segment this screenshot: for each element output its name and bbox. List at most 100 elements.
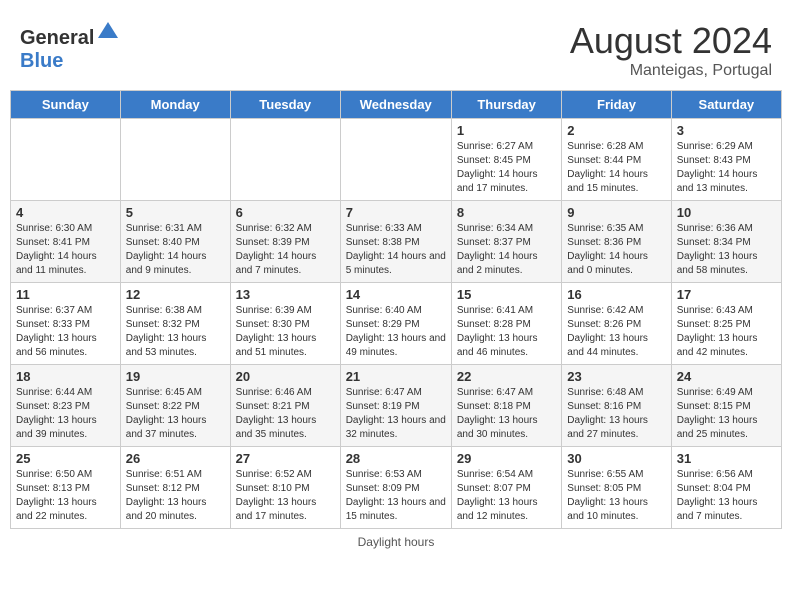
day-number: 8	[457, 205, 556, 220]
calendar-table: SundayMondayTuesdayWednesdayThursdayFrid…	[10, 90, 782, 529]
header: General Blue August 2024 Manteigas, Port…	[10, 10, 782, 85]
calendar-cell: 3Sunrise: 6:29 AMSunset: 8:43 PMDaylight…	[671, 119, 781, 201]
day-number: 3	[677, 123, 776, 138]
calendar-cell: 19Sunrise: 6:45 AMSunset: 8:22 PMDayligh…	[120, 365, 230, 447]
day-number: 21	[346, 369, 446, 384]
day-info: Sunrise: 6:47 AMSunset: 8:19 PMDaylight:…	[346, 386, 446, 442]
calendar-cell: 1Sunrise: 6:27 AMSunset: 8:45 PMDaylight…	[451, 119, 561, 201]
calendar-cell	[230, 119, 340, 201]
calendar-week-row: 25Sunrise: 6:50 AMSunset: 8:13 PMDayligh…	[11, 447, 782, 529]
day-info: Sunrise: 6:52 AMSunset: 8:10 PMDaylight:…	[236, 468, 335, 524]
calendar-cell: 26 Sunrise: 6:51 AMSunset: 8:12 PMDayligh…	[120, 447, 230, 529]
day-number: 4	[16, 205, 115, 220]
calendar-week-row: 4 Sunrise: 6:30 AMSunset: 8:41 PMDaylight…	[11, 201, 782, 283]
calendar-cell: 24 Sunrise: 6:49 AMSunset: 8:15 PMDayligh…	[671, 365, 781, 447]
day-number: 29	[457, 451, 556, 466]
calendar-cell: 15Sunrise: 6:41 AMSunset: 8:28 PMDayligh…	[451, 283, 561, 365]
month-year-title: August 2024	[570, 20, 772, 62]
day-info: Sunrise: 6:37 AMSunset: 8:33 PMDaylight:…	[16, 304, 115, 360]
logo: General Blue	[20, 20, 120, 73]
day-info: Sunrise: 6:33 AMSunset: 8:38 PMDaylight:…	[346, 222, 446, 278]
calendar-cell: 29 Sunrise: 6:54 AMSunset: 8:07 PMDayligh…	[451, 447, 561, 529]
day-number: 17	[677, 287, 776, 302]
day-number: 11	[16, 287, 115, 302]
calendar-cell: 18 Sunrise: 6:44 AMSunset: 8:23 PMDayligh…	[11, 365, 121, 447]
day-number: 7	[346, 205, 446, 220]
calendar-header-wednesday: Wednesday	[340, 91, 451, 119]
calendar-cell: 23Sunrise: 6:48 AMSunset: 8:16 PMDayligh…	[562, 365, 671, 447]
calendar-body: 1Sunrise: 6:27 AMSunset: 8:45 PMDaylight…	[11, 119, 782, 529]
calendar-header-sunday: Sunday	[11, 91, 121, 119]
day-number: 27	[236, 451, 335, 466]
calendar-cell: 14Sunrise: 6:40 AMSunset: 8:29 PMDayligh…	[340, 283, 451, 365]
calendar-cell: 16 Sunrise: 6:42 AMSunset: 8:26 PMDayligh…	[562, 283, 671, 365]
day-info: Sunrise: 6:44 AMSunset: 8:23 PMDaylight:…	[16, 386, 115, 442]
day-info: Sunrise: 6:35 AMSunset: 8:36 PMDaylight:…	[567, 222, 665, 278]
day-number: 31	[677, 451, 776, 466]
calendar-cell	[340, 119, 451, 201]
calendar-cell: 4 Sunrise: 6:30 AMSunset: 8:41 PMDaylight…	[11, 201, 121, 283]
day-number: 2	[567, 123, 665, 138]
day-number: 9	[567, 205, 665, 220]
calendar-cell: 8 Sunrise: 6:34 AMSunset: 8:37 PMDaylight…	[451, 201, 561, 283]
day-number: 24	[677, 369, 776, 384]
day-info: Sunrise: 6:51 AMSunset: 8:12 PMDaylight:…	[126, 468, 225, 524]
calendar-cell: 6 Sunrise: 6:32 AMSunset: 8:39 PMDaylight…	[230, 201, 340, 283]
day-info: Sunrise: 6:47 AMSunset: 8:18 PMDaylight:…	[457, 386, 556, 442]
day-number: 10	[677, 205, 776, 220]
day-number: 16	[567, 287, 665, 302]
calendar-cell: 11 Sunrise: 6:37 AMSunset: 8:33 PMDayligh…	[11, 283, 121, 365]
day-info: Sunrise: 6:41 AMSunset: 8:28 PMDaylight:…	[457, 304, 556, 360]
day-number: 22	[457, 369, 556, 384]
day-number: 5	[126, 205, 225, 220]
calendar-header-monday: Monday	[120, 91, 230, 119]
calendar-cell: 31Sunrise: 6:56 AMSunset: 8:04 PMDayligh…	[671, 447, 781, 529]
day-info: Sunrise: 6:43 AMSunset: 8:25 PMDaylight:…	[677, 304, 776, 360]
calendar-cell: 9 Sunrise: 6:35 AMSunset: 8:36 PMDaylight…	[562, 201, 671, 283]
calendar-cell: 25Sunrise: 6:50 AMSunset: 8:13 PMDayligh…	[11, 447, 121, 529]
calendar-cell: 27 Sunrise: 6:52 AMSunset: 8:10 PMDayligh…	[230, 447, 340, 529]
calendar-cell: 30Sunrise: 6:55 AMSunset: 8:05 PMDayligh…	[562, 447, 671, 529]
day-number: 20	[236, 369, 335, 384]
calendar-header-tuesday: Tuesday	[230, 91, 340, 119]
calendar-cell: 7 Sunrise: 6:33 AMSunset: 8:38 PMDaylight…	[340, 201, 451, 283]
footer-note: Daylight hours	[10, 535, 782, 549]
logo-general: General	[20, 27, 94, 49]
day-info: Sunrise: 6:34 AMSunset: 8:37 PMDaylight:…	[457, 222, 556, 278]
day-info: Sunrise: 6:31 AMSunset: 8:40 PMDaylight:…	[126, 222, 225, 278]
calendar-header-row: SundayMondayTuesdayWednesdayThursdayFrid…	[11, 91, 782, 119]
logo-blue: Blue	[20, 50, 63, 72]
calendar-cell: 17 Sunrise: 6:43 AMSunset: 8:25 PMDayligh…	[671, 283, 781, 365]
day-number: 13	[236, 287, 335, 302]
calendar-cell: 21 Sunrise: 6:47 AMSunset: 8:19 PMDayligh…	[340, 365, 451, 447]
location-subtitle: Manteigas, Portugal	[570, 62, 772, 80]
day-info: Sunrise: 6:38 AMSunset: 8:32 PMDaylight:…	[126, 304, 225, 360]
calendar-cell: 10 Sunrise: 6:36 AMSunset: 8:34 PMDayligh…	[671, 201, 781, 283]
day-info: Sunrise: 6:28 AMSunset: 8:44 PMDaylight:…	[567, 140, 665, 196]
calendar-cell: 20Sunrise: 6:46 AMSunset: 8:21 PMDayligh…	[230, 365, 340, 447]
day-info: Sunrise: 6:49 AMSunset: 8:15 PMDaylight:…	[677, 386, 776, 442]
day-info: Sunrise: 6:40 AMSunset: 8:29 PMDaylight:…	[346, 304, 446, 360]
day-info: Sunrise: 6:42 AMSunset: 8:26 PMDaylight:…	[567, 304, 665, 360]
day-info: Sunrise: 6:36 AMSunset: 8:34 PMDaylight:…	[677, 222, 776, 278]
day-info: Sunrise: 6:45 AMSunset: 8:22 PMDaylight:…	[126, 386, 225, 442]
calendar-week-row: 11 Sunrise: 6:37 AMSunset: 8:33 PMDayligh…	[11, 283, 782, 365]
day-number: 6	[236, 205, 335, 220]
day-info: Sunrise: 6:32 AMSunset: 8:39 PMDaylight:…	[236, 222, 335, 278]
day-info: Sunrise: 6:30 AMSunset: 8:41 PMDaylight:…	[16, 222, 115, 278]
day-number: 12	[126, 287, 225, 302]
day-number: 26	[126, 451, 225, 466]
calendar-cell	[120, 119, 230, 201]
day-info: Sunrise: 6:54 AMSunset: 8:07 PMDaylight:…	[457, 468, 556, 524]
day-number: 23	[567, 369, 665, 384]
day-number: 30	[567, 451, 665, 466]
calendar-week-row: 18 Sunrise: 6:44 AMSunset: 8:23 PMDayligh…	[11, 365, 782, 447]
day-number: 28	[346, 451, 446, 466]
calendar-week-row: 1Sunrise: 6:27 AMSunset: 8:45 PMDaylight…	[11, 119, 782, 201]
day-number: 18	[16, 369, 115, 384]
calendar-cell: 22 Sunrise: 6:47 AMSunset: 8:18 PMDayligh…	[451, 365, 561, 447]
calendar-cell: 13Sunrise: 6:39 AMSunset: 8:30 PMDayligh…	[230, 283, 340, 365]
day-number: 25	[16, 451, 115, 466]
calendar-cell	[11, 119, 121, 201]
calendar-header-friday: Friday	[562, 91, 671, 119]
